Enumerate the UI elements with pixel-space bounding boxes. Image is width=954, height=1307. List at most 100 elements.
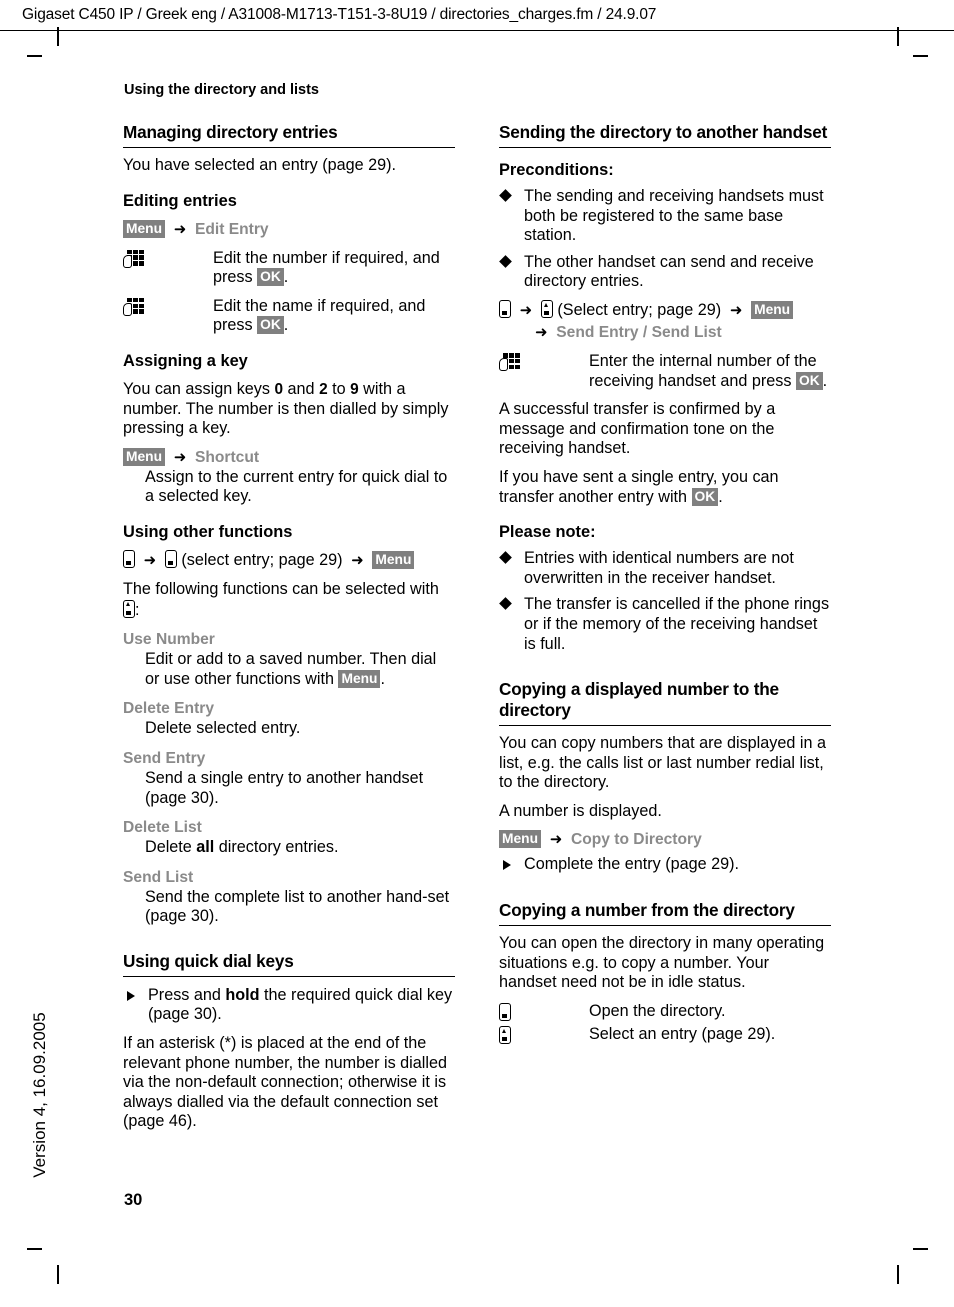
step-edit-number-text-b: . <box>283 268 289 287</box>
arrow-icon: ➜ <box>346 551 368 569</box>
arrow-icon: ➜ <box>515 301 537 319</box>
heading-using-quick-dial-keys: Using quick dial keys <box>123 951 455 977</box>
menu-item-shortcut[interactable]: Shortcut <box>195 449 259 466</box>
menu-item-send-list-row: Send List <box>123 867 455 888</box>
transfer-another-a: If you have sent a single entry, you can… <box>499 467 779 506</box>
path-send-entry: ➜ (Select entry; page 29) ➜ Menu <box>499 299 831 321</box>
delete-list-desc-b: directory entries. <box>214 838 339 857</box>
transfer-another-b: . <box>718 487 723 506</box>
menu-item-edit-entry[interactable]: Edit Entry <box>195 221 269 238</box>
directory-key-icon[interactable] <box>123 549 135 568</box>
copying-to-body: You can copy numbers that are displayed … <box>499 734 826 792</box>
directory-key-icon[interactable] <box>499 1002 511 1024</box>
keypad-icon <box>123 297 145 319</box>
path-send-entry-continuation: ➜ Send Entry / Send List <box>499 322 831 343</box>
navigation-key-icon[interactable] <box>123 599 135 618</box>
step-edit-number-text-a: Edit the number if required, and press <box>213 248 440 287</box>
arrow-icon: ➜ <box>545 831 567 849</box>
ok-softkey-badge[interactable]: OK <box>257 316 284 335</box>
triangle-bullet-icon <box>127 990 135 1001</box>
section-label: Using the directory and lists <box>124 82 319 98</box>
step-edit-name-text-a: Edit the name if required, and press <box>213 296 426 335</box>
ok-softkey-badge[interactable]: OK <box>257 268 284 287</box>
diamond-bullet-icon <box>499 597 512 611</box>
assigning-body-b: and <box>283 379 320 398</box>
list-item: Entries with identical numbers are not o… <box>499 549 831 588</box>
heading-assigning-a-key: Assigning a key <box>123 351 248 370</box>
quick-dial-bullet-a: Press and <box>148 985 226 1004</box>
send-list-description: Send the complete list to another hand-s… <box>145 887 450 926</box>
other-functions-intro-b: : <box>135 600 140 619</box>
step-open-directory-text: Open the directory. <box>589 1001 726 1020</box>
heading-copying-number-from-directory: Copying a number from the directory <box>499 900 831 927</box>
step-open-directory: Open the directory. <box>499 1002 831 1022</box>
menu-item-send-entry-row: Send Entry <box>123 748 455 769</box>
arrow-icon: ➜ <box>169 448 191 466</box>
use-number-desc-a: Edit or add to a saved number. Then dial… <box>145 650 437 688</box>
left-column: Managing directory entries You have sele… <box>123 122 455 1132</box>
step-edit-name-text-b: . <box>283 316 289 335</box>
shortcut-description: Assign to the current entry for quick di… <box>145 467 448 506</box>
menu-item-send-entry-send-list[interactable]: Send Entry / Send List <box>556 324 722 341</box>
please-note-text: The transfer is cancelled if the phone r… <box>524 595 830 653</box>
crop-mark-top-right-vertical <box>897 27 899 46</box>
page-number: 30 <box>124 1191 143 1209</box>
diamond-bullet-icon <box>499 254 512 268</box>
menu-item-delete-entry[interactable]: Delete Entry <box>123 700 214 717</box>
delete-entry-description: Delete selected entry. <box>145 719 301 738</box>
crop-mark-bottom-right-horizontal <box>913 1248 928 1250</box>
menu-softkey-badge[interactable]: Menu <box>499 830 542 849</box>
menu-item-send-list[interactable]: Send List <box>123 869 193 886</box>
preconditions-list: The sending and receiving handsets must … <box>499 187 831 292</box>
keypad-icon <box>499 352 521 374</box>
menu-softkey-badge[interactable]: Menu <box>123 219 166 238</box>
running-head: Gigaset C450 IP / Greek eng / A31008-M17… <box>22 6 657 23</box>
heading-managing-directory-entries: Managing directory entries <box>123 122 455 148</box>
heading-copying-displayed-number: Copying a displayed number to the direct… <box>499 679 831 727</box>
menu-softkey-badge[interactable]: Menu <box>123 447 166 466</box>
running-head-rule <box>0 30 954 31</box>
heading-editing-entries: Editing entries <box>123 191 237 210</box>
keypad-icon <box>123 249 145 271</box>
crop-mark-bottom-left-vertical <box>57 1265 59 1284</box>
key-9: 9 <box>350 380 359 398</box>
please-note-list: Entries with identical numbers are not o… <box>499 549 831 654</box>
quick-dial-bullet-bold: hold <box>225 985 260 1004</box>
diamond-bullet-icon <box>499 189 512 202</box>
ok-softkey-badge[interactable]: OK <box>691 487 719 506</box>
send-entry-description: Send a single entry to another handset (… <box>145 768 424 807</box>
menu-item-copy-to-directory[interactable]: Copy to Directory <box>571 831 702 848</box>
quick-dial-bullet: Press and hold the required quick dial k… <box>123 986 455 1025</box>
crop-mark-top-left-horizontal <box>27 55 42 57</box>
managing-intro: You have selected an entry (page 29). <box>123 156 396 174</box>
copying-from-body: You can open the directory in many opera… <box>499 934 825 992</box>
use-number-description: Edit or add to a saved number. Then dial… <box>123 650 455 689</box>
heading-please-note: Please note: <box>499 523 596 542</box>
step-select-entry-text: Select an entry (page 29). <box>589 1025 776 1044</box>
menu-item-use-number[interactable]: Use Number <box>123 631 215 648</box>
delete-list-desc-bold: all <box>196 838 215 857</box>
list-item: The sending and receiving handsets must … <box>499 187 831 246</box>
precondition-text: The other handset can send and receive d… <box>524 252 814 291</box>
copying-to-body2: A number is displayed. <box>499 801 662 820</box>
menu-softkey-badge[interactable]: Menu <box>338 669 381 688</box>
path-mid-text: (Select entry; page 29) <box>557 300 722 319</box>
navigation-key-icon[interactable] <box>540 299 553 318</box>
arrow-icon: ➜ <box>535 323 552 341</box>
directory-key-icon[interactable] <box>164 549 177 568</box>
ok-softkey-badge[interactable]: OK <box>795 371 823 390</box>
step-select-entry: Select an entry (page 29). <box>499 1025 831 1045</box>
version-sidenote: Version 4, 16.09.2005 <box>30 1012 49 1178</box>
menu-softkey-badge[interactable]: Menu <box>372 550 415 569</box>
quick-dial-body: If an asterisk (*) is placed at the end … <box>123 1034 447 1131</box>
navigation-key-icon[interactable] <box>499 1026 511 1047</box>
path-copy-to-directory: Menu ➜ Copy to Directory <box>499 829 831 850</box>
menu-item-send-entry[interactable]: Send Entry <box>123 750 205 767</box>
directory-key-icon[interactable] <box>499 299 511 318</box>
step-enter-internal-number-a: Enter the internal number of the receivi… <box>589 351 817 390</box>
triangle-bullet-icon <box>503 860 511 871</box>
step-edit-name: Edit the name if required, and press OK. <box>123 297 455 336</box>
assigning-body-c: to <box>327 379 351 398</box>
menu-softkey-badge[interactable]: Menu <box>751 300 794 319</box>
menu-item-delete-list[interactable]: Delete List <box>123 819 202 836</box>
